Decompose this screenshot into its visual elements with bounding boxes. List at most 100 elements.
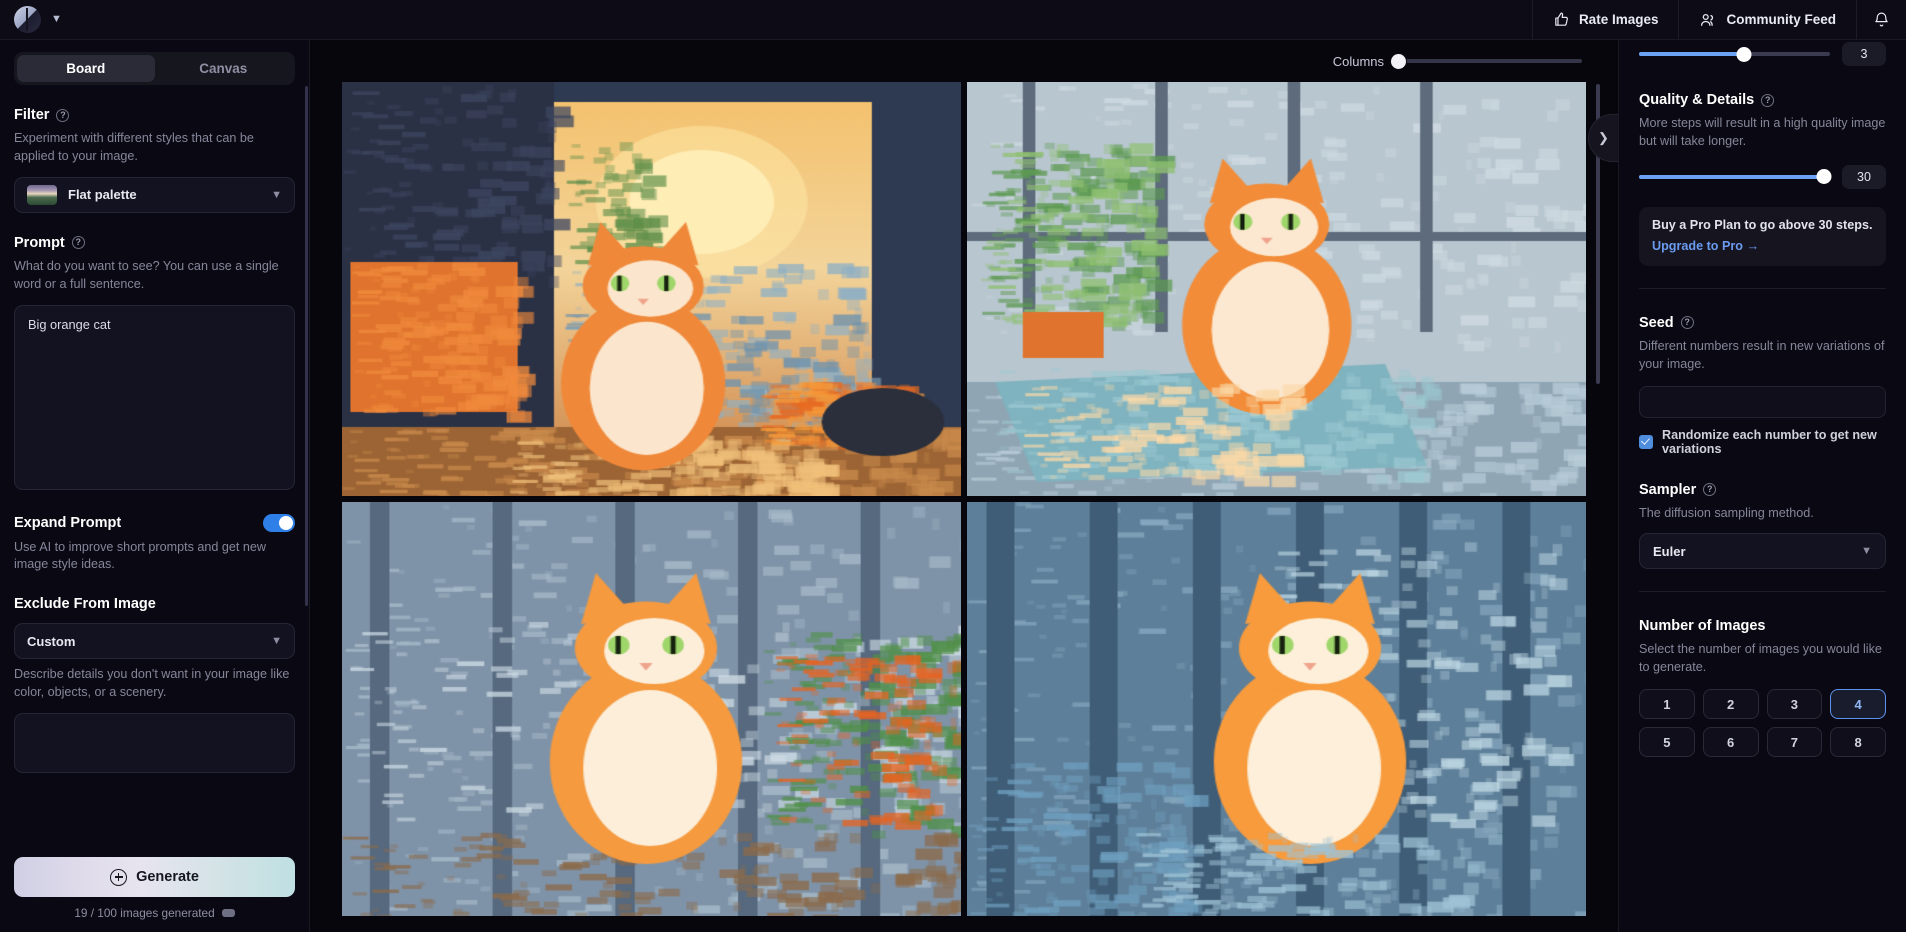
- exclude-description: Describe details you don't want in your …: [14, 667, 290, 700]
- left-sidebar: Board Canvas Filter ? Experiment with di…: [0, 40, 310, 932]
- sampler-title-text: Sampler: [1639, 481, 1697, 498]
- sidebar-footer: Generate 19 / 100 images generated: [0, 847, 309, 932]
- settings-panel: 3 Quality & Details ? More steps will re…: [1618, 40, 1906, 932]
- guidance-slider[interactable]: [1639, 46, 1830, 62]
- number-of-images-option-6[interactable]: 6: [1702, 727, 1759, 758]
- sampler-select[interactable]: Euler ▼: [1639, 533, 1886, 570]
- seed-input[interactable]: [1639, 385, 1886, 418]
- columns-label: Columns: [1332, 53, 1384, 69]
- columns-slider-rail: [1396, 59, 1582, 63]
- randomize-seed-checkbox[interactable]: [1639, 434, 1653, 449]
- exclude-selected-label: Custom: [27, 633, 76, 649]
- top-bar-actions: Rate Images Community Feed: [1531, 0, 1906, 40]
- app-root: ▼ Rate Images Community Feed Board Canva…: [0, 0, 1906, 932]
- filter-section-title: Filter ?: [14, 107, 295, 123]
- community-feed-label: Community Feed: [1726, 12, 1836, 27]
- main-content: Columns ❯: [310, 40, 1618, 932]
- expand-prompt-toggle[interactable]: [263, 513, 295, 532]
- number-of-images-option-7[interactable]: 7: [1766, 727, 1823, 758]
- randomize-seed-label: Randomize each number to get new variati…: [1662, 427, 1877, 456]
- app-logo-icon: [14, 6, 41, 33]
- sampler-selected-label: Euler: [1653, 543, 1686, 559]
- rate-images-button[interactable]: Rate Images: [1531, 0, 1679, 40]
- people-icon: [1699, 11, 1717, 29]
- generate-label: Generate: [136, 869, 199, 885]
- prompt-description: What do you want to see? You can use a s…: [14, 258, 279, 291]
- prompt-input[interactable]: Big orange cat: [14, 304, 295, 490]
- expand-prompt-title: Expand Prompt: [14, 514, 122, 531]
- quality-title-text: Quality & Details: [1639, 92, 1755, 108]
- question-circle-icon[interactable]: ?: [1703, 483, 1717, 496]
- sampler-description: The diffusion sampling method.: [1639, 505, 1814, 520]
- sidebar-scrollbar[interactable]: [305, 86, 308, 606]
- guidance-slider-row: 3: [1639, 42, 1886, 66]
- filter-selected-label: Flat palette: [68, 187, 137, 203]
- question-circle-icon[interactable]: ?: [1761, 93, 1775, 107]
- question-circle-icon[interactable]: ?: [71, 236, 85, 250]
- expand-prompt-description: Use AI to improve short prompts and get …: [14, 539, 266, 572]
- community-feed-button[interactable]: Community Feed: [1678, 0, 1856, 40]
- image-grid-wrap: [310, 82, 1618, 932]
- number-of-images-option-3[interactable]: 3: [1766, 689, 1823, 720]
- image-tile[interactable]: [967, 82, 1586, 496]
- prompt-title-text: Prompt: [14, 234, 65, 251]
- exclude-select[interactable]: Custom ▼: [14, 623, 295, 660]
- image-tile[interactable]: [342, 502, 961, 916]
- filter-thumbnail-icon: [27, 184, 57, 205]
- seed-title-text: Seed: [1639, 314, 1674, 331]
- steps-slider-knob[interactable]: [1816, 169, 1832, 185]
- top-bar: ▼ Rate Images Community Feed: [0, 0, 1906, 40]
- number-of-images-title: Number of Images: [1639, 618, 1766, 635]
- steps-value: 30: [1842, 164, 1886, 189]
- seed-section-title: Seed ?: [1639, 315, 1886, 331]
- filter-select[interactable]: Flat palette ▼: [14, 176, 295, 213]
- number-of-images-option-8[interactable]: 8: [1830, 727, 1886, 758]
- tab-board[interactable]: Board: [17, 55, 155, 82]
- filter-select-value-wrap: Flat palette: [27, 184, 137, 205]
- tab-canvas[interactable]: Canvas: [155, 55, 293, 82]
- rate-images-label: Rate Images: [1578, 12, 1659, 27]
- credits-pill-icon: [221, 909, 235, 917]
- notifications-button[interactable]: [1856, 0, 1906, 40]
- sidebar-scroll-area: Board Canvas Filter ? Experiment with di…: [0, 40, 309, 847]
- number-of-images-option-5[interactable]: 5: [1639, 727, 1695, 758]
- guidance-slider-knob[interactable]: [1736, 46, 1752, 62]
- expand-prompt-row: Expand Prompt: [14, 513, 295, 532]
- image-tile[interactable]: [342, 82, 961, 496]
- upgrade-to-pro-link[interactable]: Upgrade to Pro →: [1652, 239, 1873, 253]
- plus-circle-icon: [110, 868, 128, 886]
- thumbs-up-icon: [1553, 11, 1570, 28]
- randomize-seed-row[interactable]: Randomize each number to get new variati…: [1639, 428, 1886, 456]
- exclude-textarea[interactable]: [14, 713, 295, 773]
- question-circle-icon[interactable]: ?: [56, 108, 70, 122]
- question-circle-icon[interactable]: ?: [1680, 316, 1694, 330]
- divider: [1639, 591, 1886, 593]
- filter-description: Experiment with different styles that ca…: [14, 131, 254, 163]
- columns-slider[interactable]: [1391, 53, 1582, 69]
- board-canvas-tabs: Board Canvas: [14, 52, 295, 85]
- divider: [1639, 287, 1886, 289]
- image-tile[interactable]: [967, 502, 1586, 916]
- chevron-down-icon[interactable]: ▼: [51, 14, 62, 25]
- number-of-images-options: 1234 5678: [1639, 689, 1886, 758]
- chevron-down-icon: ▼: [271, 635, 282, 648]
- image-grid: [342, 82, 1586, 916]
- quality-description: More steps will result in a high quality…: [1639, 116, 1886, 148]
- guidance-value: 3: [1842, 42, 1886, 66]
- generate-button[interactable]: Generate: [14, 857, 295, 897]
- pro-plan-promo: Buy a Pro Plan to go above 30 steps. Upg…: [1639, 206, 1886, 266]
- number-of-images-option-2[interactable]: 2: [1702, 689, 1759, 720]
- guidance-slider-fill: [1639, 52, 1745, 56]
- steps-slider[interactable]: [1639, 169, 1832, 185]
- bell-icon: [1873, 11, 1890, 28]
- prompt-section-title: Prompt ?: [14, 235, 295, 251]
- promo-text: Buy a Pro Plan to go above 30 steps.: [1652, 217, 1873, 232]
- columns-slider-knob[interactable]: [1391, 53, 1406, 69]
- number-of-images-description: Select the number of images you would li…: [1639, 642, 1882, 675]
- number-of-images-option-4[interactable]: 4: [1830, 689, 1886, 720]
- number-of-images-option-1[interactable]: 1: [1639, 689, 1695, 720]
- filter-title-text: Filter: [14, 107, 50, 123]
- body-row: Board Canvas Filter ? Experiment with di…: [0, 40, 1906, 932]
- generation-quota-text: 19 / 100 images generated: [74, 906, 215, 920]
- brand-area[interactable]: ▼: [0, 6, 300, 33]
